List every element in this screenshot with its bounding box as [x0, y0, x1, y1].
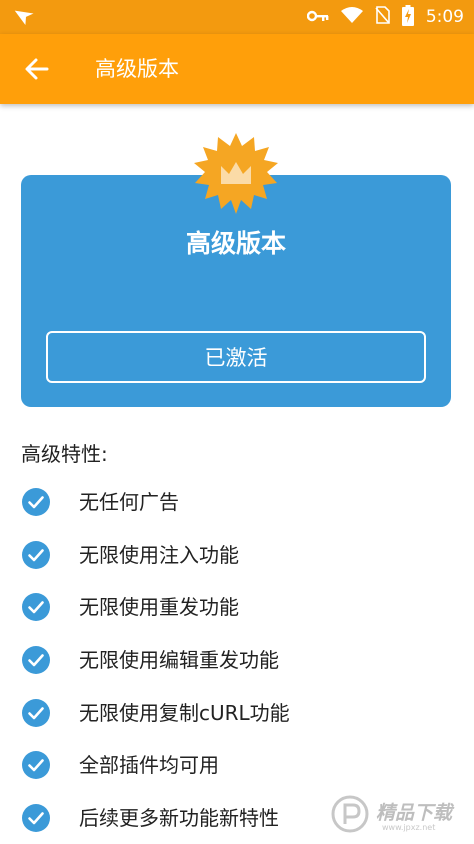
watermark-logo-icon: [331, 795, 369, 833]
check-circle-icon: [22, 698, 50, 727]
list-item: 无任何广告: [0, 475, 474, 528]
no-sim-icon: [375, 6, 390, 28]
feature-list: 无任何广告 无限使用注入功能 无限使用重发功能 无限使用编辑重发功能 无限使用复…: [0, 475, 474, 844]
list-item: 无限使用重发功能: [0, 580, 474, 633]
status-bar: 5:09: [0, 0, 474, 34]
battery-charging-icon: [401, 4, 414, 30]
check-circle-icon: [22, 593, 50, 622]
page-title: 高级版本: [95, 57, 179, 81]
crown-badge-icon: [194, 133, 278, 214]
list-item: 无限使用复制cURL功能: [0, 686, 474, 739]
check-circle-icon: [22, 540, 50, 569]
check-circle-icon: [22, 751, 50, 780]
feature-label: 无限使用编辑重发功能: [79, 648, 279, 673]
check-circle-icon: [22, 804, 50, 833]
card-title: 高级版本: [185, 229, 286, 258]
watermark-text: 精品下载: [376, 802, 453, 824]
list-item: 无限使用注入功能: [0, 528, 474, 581]
features-heading: 高级特性:: [21, 442, 108, 466]
arrow-left-icon: [25, 58, 49, 80]
app-bar: 高级版本: [0, 34, 474, 104]
activated-button-label: 已激活: [204, 346, 268, 370]
feature-label: 无限使用注入功能: [79, 542, 239, 567]
check-circle-icon: [22, 488, 50, 516]
feature-label: 全部插件均可用: [79, 753, 219, 778]
feature-label: 后续更多新功能新特性: [79, 806, 279, 831]
wifi-icon: [340, 6, 363, 28]
activated-button[interactable]: 已激活: [46, 331, 426, 383]
watermark: 精品下载 www.jpxz.net: [328, 790, 474, 840]
list-item: 无限使用编辑重发功能: [0, 633, 474, 686]
status-time: 5:09: [425, 7, 464, 27]
nav-arrow-icon: [14, 6, 36, 32]
list-item: 全部插件均可用: [0, 738, 474, 791]
back-button[interactable]: [22, 54, 52, 84]
key-icon: [306, 8, 329, 27]
feature-label: 无任何广告: [79, 490, 179, 514]
feature-label: 无限使用重发功能: [79, 595, 239, 620]
check-circle-icon: [22, 646, 50, 675]
feature-label: 无限使用复制cURL功能: [79, 700, 290, 725]
watermark-url: www.jpxz.net: [382, 823, 436, 832]
